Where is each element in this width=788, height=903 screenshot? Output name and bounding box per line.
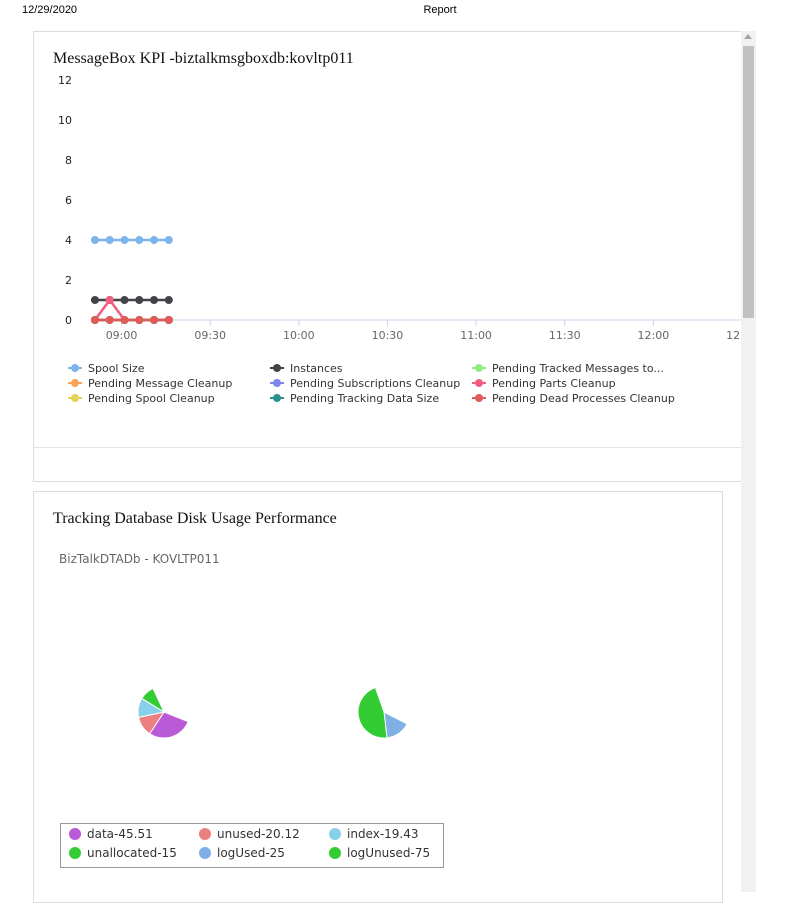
data-point [150,296,159,304]
x-tick-label: 10:00 [283,329,315,342]
legend-dot [199,847,211,859]
pie-slice [357,686,388,739]
data-point [164,316,173,324]
legend-item: unallocated-15 [69,846,177,860]
legend-item: data-45.51 [69,827,153,841]
x-tick-label: 11:00 [460,329,492,342]
legend-marker [273,364,281,372]
disk-usage-panel: Tracking Database Disk Usage Performance… [33,491,723,903]
legend-item: Pending Spool Cleanup [88,392,215,405]
data-point [120,316,129,324]
legend-label: unallocated-15 [87,846,177,860]
legend-item: index-19.43 [329,827,419,841]
legend-label: logUnused-75 [347,846,431,860]
data-point [150,236,159,244]
x-tick-label: 12:00 [638,329,670,342]
legend-marker [475,379,483,387]
chart-title: MessageBox KPI -biztalkmsgboxdb:kovltp01… [53,50,354,67]
legend-marker [71,364,79,372]
legend-item: Pending Parts Cleanup [492,377,616,390]
data-point [135,296,144,304]
legend-label: unused-20.12 [217,827,300,841]
data-point [135,316,144,324]
legend-marker [475,394,483,402]
data-point [105,296,114,304]
legend-marker [273,379,281,387]
y-tick-label: 6 [65,194,72,207]
y-tick-label: 12 [58,74,72,87]
y-tick-label: 10 [58,114,72,127]
legend-item: Pending Dead Processes Cleanup [492,392,675,405]
pie-legend: data-45.51 unused-20.12 index-19.43 unalloc… [60,823,444,868]
y-tick-label: 4 [65,234,72,247]
data-point [90,296,99,304]
pie-slice [383,711,408,739]
legend-item: logUnused-75 [329,846,430,860]
data-point [90,236,99,244]
legend-marker [273,394,281,402]
chart-title: Tracking Database Disk Usage Performance [53,510,337,527]
legend-dot [329,847,341,859]
legend-item: Pending Tracked Messages to... [492,362,664,375]
legend-label: logUsed-25 [217,846,285,860]
x-tick-label: 09:00 [106,329,138,342]
data-point [164,296,173,304]
y-tick-label: 2 [65,274,72,287]
legend-item: Pending Tracking Data Size [290,392,439,405]
y-tick-label: 8 [65,154,72,167]
x-tick-label: 09:30 [194,329,226,342]
legend-dot [69,828,81,840]
panel-divider [34,447,742,448]
legend-dot [69,847,81,859]
legend-item: logUsed-25 [199,846,285,860]
report-title: Report [423,4,457,16]
legend-marker [71,379,79,387]
x-tick-label: 10:30 [372,329,404,342]
data-point [150,316,159,324]
scroll-thumb[interactable] [743,46,754,318]
data-point [135,236,144,244]
y-tick-label: 0 [65,314,72,327]
data-point [120,296,129,304]
data-point [105,316,114,324]
legend-marker [475,364,483,372]
data-point [164,236,173,244]
chart-subtitle: BizTalkDTADb - KOVLTP011 [59,552,220,566]
x-tick-label: 11:30 [549,329,581,342]
legend-item: Instances [290,362,343,375]
data-point [90,316,99,324]
vertical-scrollbar[interactable] [741,31,756,892]
x-tick-label: 12:30 [726,329,742,342]
messagebox-kpi-panel: MessageBox KPI -biztalkmsgboxdb:kovltp01… [33,31,743,482]
legend-label: index-19.43 [347,827,419,841]
series-line [93,297,169,322]
data-point [120,236,129,244]
data-point [105,236,114,244]
legend-item: Pending Subscriptions Cleanup [290,377,460,390]
legend-dot [199,828,211,840]
scroll-up-arrow-icon[interactable] [744,34,752,39]
legend-item: Spool Size [88,362,145,375]
legend-marker [71,394,79,402]
legend-label: data-45.51 [87,827,153,841]
legend-dot [329,828,341,840]
messagebox-kpi-line-chart: 0 2 4 6 8 10 12 09:00 09:30 10:00 10:30 11:00 11:30 1… [58,74,742,405]
legend-item: unused-20.12 [199,827,300,841]
legend-item: Pending Message Cleanup [88,377,232,390]
